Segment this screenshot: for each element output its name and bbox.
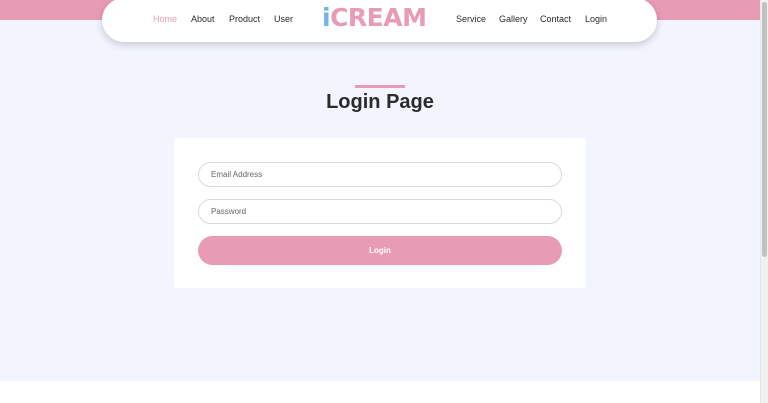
footer-strip: [0, 381, 760, 403]
nav-link-contact[interactable]: Contact: [540, 14, 571, 24]
logo-text: CREAM: [330, 3, 427, 32]
nav-link-product[interactable]: Product: [229, 14, 260, 24]
navbar: Home About Product User iCREAM Service G…: [102, 0, 657, 42]
title-accent-bar: [355, 85, 405, 88]
brand-logo[interactable]: iCREAM: [322, 3, 427, 33]
page-title: Login Page: [326, 91, 434, 113]
login-button[interactable]: Login: [198, 236, 562, 265]
nav-link-about[interactable]: About: [191, 14, 215, 24]
scrollbar-thumb[interactable]: [762, 2, 767, 257]
nav-link-gallery[interactable]: Gallery: [499, 14, 528, 24]
email-field[interactable]: [198, 162, 562, 187]
logo-letter-i: i: [322, 3, 331, 32]
nav-link-user[interactable]: User: [274, 14, 293, 24]
nav-link-login[interactable]: Login: [585, 14, 607, 24]
login-card: Login: [174, 138, 586, 288]
nav-link-service[interactable]: Service: [456, 14, 486, 24]
nav-link-home[interactable]: Home: [153, 14, 177, 24]
password-field[interactable]: [198, 199, 562, 224]
vertical-scrollbar[interactable]: [760, 0, 768, 403]
